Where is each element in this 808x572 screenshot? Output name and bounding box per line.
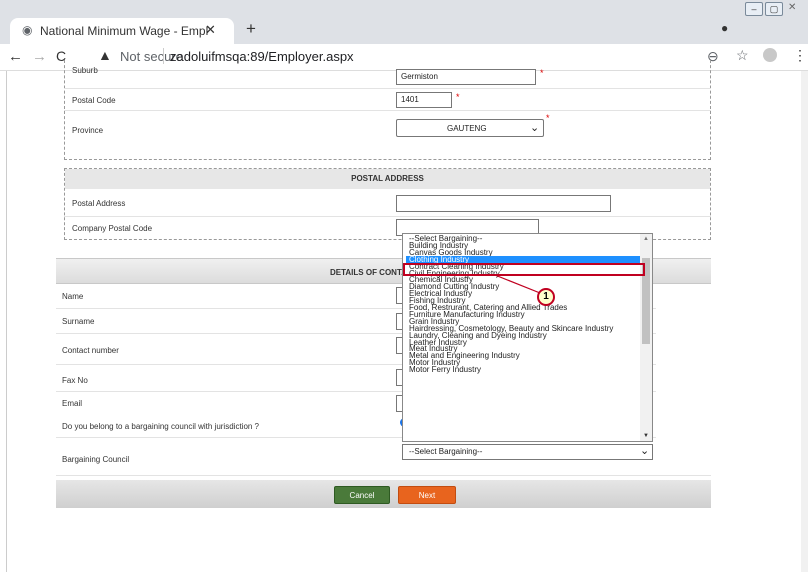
avatar[interactable] [763, 48, 777, 62]
callout-badge: 1 [537, 288, 555, 306]
company-postal-code-label: Company Postal Code [72, 224, 153, 233]
province-value: GAUTENG [447, 124, 487, 133]
close-tab-icon[interactable]: ✕ [205, 22, 216, 38]
scroll-up-icon[interactable]: ▲ [643, 236, 649, 242]
fax-label: Fax No [62, 376, 88, 385]
next-button[interactable]: Next [398, 486, 456, 504]
close-window-icon[interactable]: ✕ [788, 2, 796, 13]
required-mark: * [456, 92, 460, 102]
row-divider [64, 110, 711, 111]
surname-label: Surname [62, 317, 95, 326]
required-mark: * [540, 68, 544, 78]
bargaining-question-label: Do you belong to a bargaining council wi… [62, 422, 260, 431]
dropdown-option[interactable]: Motor Ferry Industry [409, 365, 481, 375]
scroll-down-icon[interactable]: ▼ [643, 433, 649, 439]
email-label: Email [62, 399, 83, 408]
row-divider [64, 88, 711, 89]
postal-code-input[interactable]: 1401 [396, 92, 452, 108]
postal-address-input[interactable] [396, 195, 611, 212]
province-label: Province [72, 126, 104, 135]
province-select[interactable]: GAUTENG [396, 119, 544, 137]
menu-icon[interactable]: ⋮ [793, 47, 807, 64]
bargaining-council-value: --Select Bargaining-- [409, 447, 483, 456]
back-icon[interactable]: ← [8, 48, 23, 65]
tab-title: National Minimum Wage - Empl [40, 24, 209, 38]
row-divider [64, 216, 711, 217]
new-tab-icon[interactable]: + [246, 19, 256, 39]
suburb-input[interactable]: Germiston [396, 69, 536, 85]
cancel-button[interactable]: Cancel [334, 486, 390, 504]
row-divider [56, 475, 711, 476]
postal-address-heading: POSTAL ADDRESS [65, 169, 710, 189]
forward-icon[interactable]: → [32, 48, 47, 65]
callout-connector [494, 274, 546, 296]
postal-address-label: Postal Address [72, 199, 126, 208]
required-mark: * [546, 113, 550, 123]
profile-dot-icon[interactable]: ● [721, 21, 728, 35]
postal-code-label: Postal Code [72, 96, 116, 105]
name-label: Name [62, 292, 84, 301]
bookmark-star-icon[interactable]: ☆ [736, 47, 749, 64]
minimize-icon[interactable]: – [745, 2, 763, 16]
maximize-icon[interactable]: ▢ [765, 2, 783, 16]
chevron-down-icon: ⌄ [640, 445, 650, 457]
bargaining-council-select[interactable]: --Select Bargaining-- [402, 444, 653, 460]
bargaining-council-label: Bargaining Council [62, 455, 130, 464]
contact-number-label: Contact number [62, 346, 119, 355]
contact-heading: DETAILS OF CONTA [330, 268, 408, 277]
suburb-label: Suburb [72, 66, 98, 75]
globe-icon: ◉ [22, 23, 33, 37]
chevron-down-icon: ⌄ [530, 122, 540, 134]
scrollbar[interactable] [801, 71, 808, 572]
